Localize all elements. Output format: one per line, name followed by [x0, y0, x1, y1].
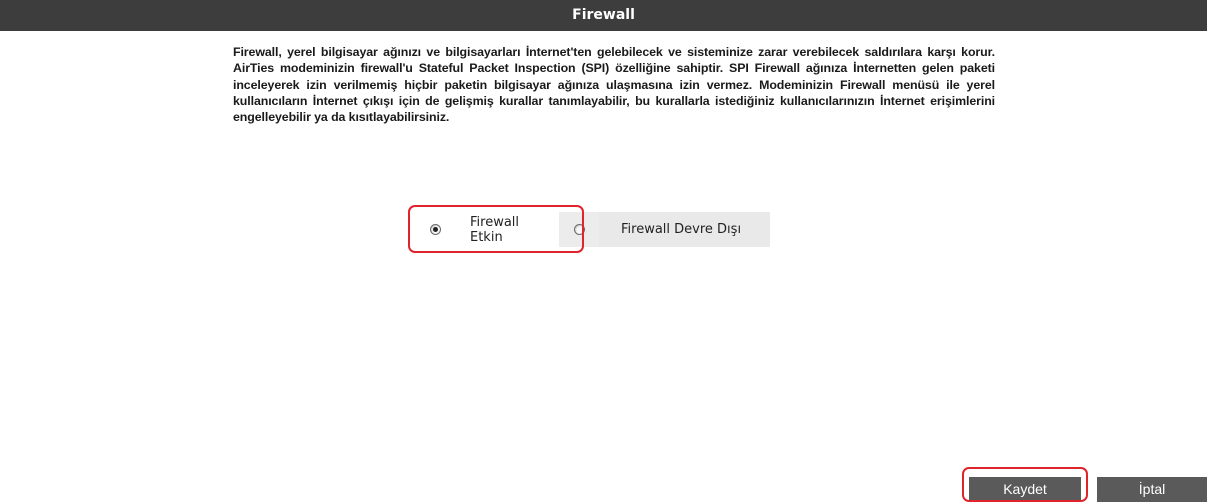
- firewall-page: Firewall Firewall, yerel bilgisayar ağın…: [0, 0, 1207, 502]
- radio-checked-icon[interactable]: [429, 224, 441, 235]
- page-title: Firewall: [0, 0, 1207, 31]
- firewall-description: Firewall, yerel bilgisayar ağınızı ve bi…: [233, 45, 995, 125]
- firewall-mode-group: Firewall Etkin Firewall Devre Dışı: [415, 212, 770, 247]
- save-button[interactable]: Kaydet: [969, 477, 1081, 502]
- radio-unchecked-icon[interactable]: [573, 224, 585, 235]
- cancel-button[interactable]: İptal: [1097, 477, 1207, 502]
- firewall-disabled-radio[interactable]: [559, 212, 599, 247]
- firewall-enabled-radio[interactable]: [415, 212, 455, 247]
- firewall-enabled-label[interactable]: Firewall Etkin: [455, 212, 559, 247]
- firewall-disabled-label[interactable]: Firewall Devre Dışı: [599, 212, 770, 247]
